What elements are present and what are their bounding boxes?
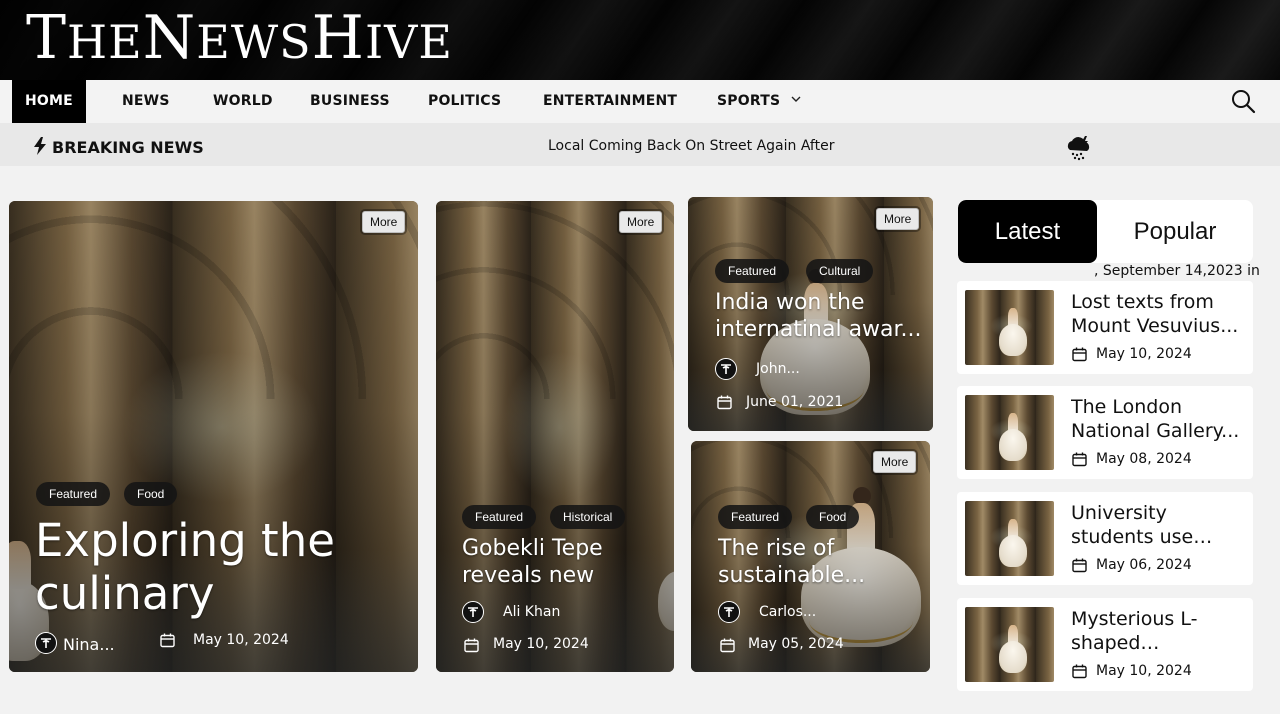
tab-popular[interactable]: Popular [1097, 200, 1253, 263]
tag-cultural[interactable]: Cultural [806, 259, 874, 283]
card-title[interactable]: India won the internatinal awar... [715, 289, 925, 345]
list-item[interactable]: Lost texts from Mount Vesuvius... May 10… [957, 281, 1253, 374]
tag-featured[interactable]: Featured [715, 259, 790, 283]
list-item-title[interactable]: Mysterious L-shaped structure... [1071, 607, 1249, 655]
author-logo-icon [462, 601, 484, 623]
search-icon[interactable] [1230, 88, 1256, 114]
nav-item-politics[interactable]: POLITICS [428, 80, 501, 123]
nav-item-sports[interactable]: SPORTS [717, 80, 780, 123]
tab-latest[interactable]: Latest [958, 200, 1097, 263]
author-logo-icon [715, 358, 737, 380]
more-button[interactable]: More [362, 211, 406, 233]
card-date: May 10, 2024 [193, 632, 289, 648]
tag-historical[interactable]: Historical [550, 505, 626, 529]
lightning-bolt-icon [34, 137, 46, 155]
list-item-date: May 06, 2024 [1096, 557, 1192, 573]
logo-text: IVE [364, 15, 453, 69]
list-item-date: May 10, 2024 [1096, 346, 1192, 362]
calendar-icon [1072, 347, 1087, 362]
thumbnail-image [965, 290, 1054, 365]
list-item[interactable]: University students use technology to...… [957, 492, 1253, 585]
news-card[interactable]: More Featured Food The rise of sustainab… [691, 441, 930, 672]
card-title[interactable]: The rise of sustainable... [718, 535, 868, 591]
rain-cloud-icon [1067, 136, 1090, 161]
card-title[interactable]: Gobekli Tepe reveals new 11,00... [462, 535, 667, 591]
logo-letter: N [142, 3, 197, 73]
chevron-down-icon[interactable] [790, 93, 802, 105]
tag-food[interactable]: Food [124, 482, 178, 506]
author-logo-icon [35, 632, 57, 654]
card-author[interactable]: Ali Khan [503, 604, 560, 620]
breaking-news-label: BREAKING NEWS [52, 138, 204, 157]
card-date: May 10, 2024 [493, 636, 589, 652]
card-title[interactable]: Exploring the culinary heritage... [35, 514, 413, 622]
tag-featured[interactable]: Featured [36, 482, 111, 506]
list-item-title[interactable]: The London National Gallery... [1071, 395, 1249, 443]
logo-text: EWS [196, 15, 312, 69]
thumbnail-image [965, 607, 1054, 682]
thumbnail-image [965, 501, 1054, 576]
list-item-title[interactable]: Lost texts from Mount Vesuvius... [1071, 290, 1249, 338]
calendar-icon [1072, 558, 1087, 573]
more-button[interactable]: More [619, 211, 663, 233]
list-item-title[interactable]: University students use technology to... [1071, 501, 1249, 549]
sidebar-tabs: Latest Popular [958, 200, 1253, 263]
nav-item-entertainment[interactable]: ENTERTAINMENT [543, 80, 677, 123]
header-banner: THENEWSHIVE [0, 0, 1280, 80]
nav-item-world[interactable]: WORLD [213, 80, 273, 123]
site-logo[interactable]: THENEWSHIVE [26, 6, 453, 74]
calendar-icon [464, 638, 479, 653]
tag-featured[interactable]: Featured [462, 505, 537, 529]
tag-featured[interactable]: Featured [718, 505, 793, 529]
nav-item-news[interactable]: NEWS [122, 80, 170, 123]
thumbnail-image [965, 395, 1054, 470]
card-author[interactable]: Nina... [63, 635, 115, 654]
list-item-date: May 10, 2024 [1096, 663, 1192, 679]
calendar-icon [160, 633, 175, 648]
list-item[interactable]: Mysterious L-shaped structure... May 10,… [957, 598, 1253, 691]
calendar-icon [717, 395, 732, 410]
list-item-date: May 08, 2024 [1096, 451, 1192, 467]
more-button[interactable]: More [873, 451, 917, 473]
card-date: June 01, 2021 [746, 394, 844, 410]
nav-item-home[interactable]: HOME [12, 80, 86, 123]
breaking-news-ticker[interactable]: Local Coming Back On Street Again After [548, 123, 834, 169]
author-logo-icon [718, 601, 740, 623]
logo-text: HE [67, 15, 143, 69]
logo-letter: T [26, 3, 68, 73]
news-card[interactable]: More Featured Historical Gobekli Tepe re… [436, 201, 674, 672]
news-card[interactable]: More Featured Cultural India won the int… [688, 197, 933, 431]
card-date: May 05, 2024 [748, 636, 844, 652]
calendar-icon [1072, 664, 1087, 679]
card-author[interactable]: John... [756, 361, 800, 377]
calendar-icon [1072, 452, 1087, 467]
nav-item-business[interactable]: BUSINESS [310, 80, 390, 123]
list-item[interactable]: The London National Gallery... May 08, 2… [957, 386, 1253, 479]
more-button[interactable]: More [876, 208, 920, 230]
logo-letter: H [311, 3, 365, 73]
calendar-icon [720, 638, 735, 653]
news-card[interactable]: More Featured Food Exploring the culinar… [9, 201, 418, 672]
card-author[interactable]: Carlos... [759, 604, 816, 620]
main-nav: HOME NEWS WORLD BUSINESS POLITICS ENTERT… [0, 80, 1280, 123]
tag-food[interactable]: Food [806, 505, 860, 529]
